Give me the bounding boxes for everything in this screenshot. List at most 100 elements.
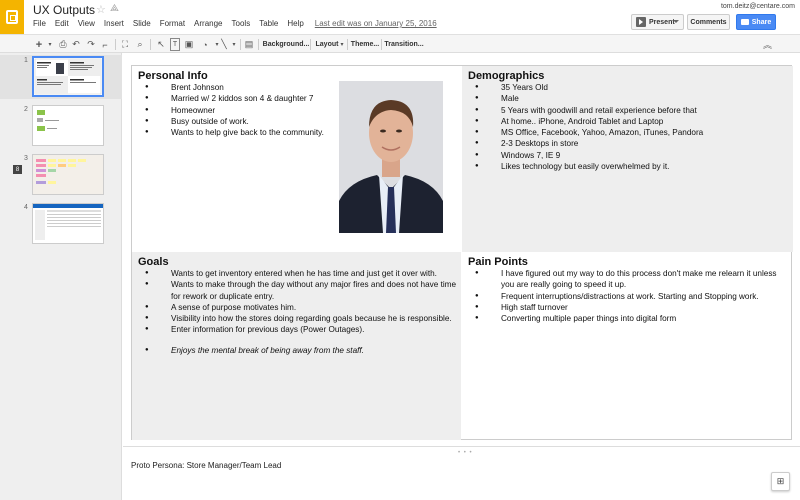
list-item: I have figured out my way to do this pro… <box>462 268 787 291</box>
list-item: Converting multiple paper things into di… <box>462 313 787 325</box>
play-icon <box>636 17 646 27</box>
line-icon[interactable]: ╲ <box>219 38 229 51</box>
goals-section[interactable]: Goals Wants to get inventory entered whe… <box>132 252 461 440</box>
demographics-heading: Demographics <box>468 70 545 82</box>
paint-format-icon[interactable]: ⌐ <box>100 38 110 51</box>
slide-thumbnail-4[interactable]: 4 <box>0 202 122 246</box>
notes-resize-handle[interactable]: • • • <box>123 446 800 460</box>
shape-icon[interactable]: ◔ <box>198 38 212 51</box>
layout-menu-icon[interactable]: ▾ <box>338 38 346 51</box>
list-item: At home.. iPhone, Android Tablet and Lap… <box>462 116 793 128</box>
new-slide-button[interactable]: + <box>32 38 46 51</box>
present-button[interactable]: Present <box>631 14 684 30</box>
redo-icon[interactable]: ↷ <box>86 38 96 51</box>
pain-points-heading: Pain Points <box>468 256 528 268</box>
toolbar-divider <box>150 39 151 50</box>
share-button[interactable]: Share <box>736 14 776 30</box>
list-item: Wants to get inventory entered when he h… <box>132 268 457 280</box>
toolbar-divider <box>258 39 259 50</box>
speaker-notes[interactable]: Proto Persona: Store Manager/Team Lead ⊞ <box>123 460 800 500</box>
collapse-toolbar-icon[interactable]: ︽ <box>763 38 772 51</box>
slide-number: 2 <box>24 106 28 113</box>
toolbar-divider <box>310 39 311 50</box>
menu-help[interactable]: Help <box>287 19 303 28</box>
toolbar-divider <box>115 39 116 50</box>
document-title[interactable]: UX Outputs <box>33 3 95 17</box>
new-slide-menu-icon[interactable]: ▾ <box>46 38 54 51</box>
background-button[interactable]: Background... <box>263 38 310 51</box>
slide-preview <box>32 154 104 195</box>
personal-info-section[interactable]: Personal Info Brent Johnson Married w/ 2… <box>132 66 461 252</box>
list-item: Married w/ 2 kiddos son 4 & daughter 7 <box>132 93 342 105</box>
zoom-fit-icon[interactable]: ⛶ <box>120 38 130 51</box>
persona-photo[interactable] <box>339 81 443 233</box>
drive-icon[interactable]: ⟁ <box>110 3 119 14</box>
list-item: 5 Years with goodwill and retail experie… <box>462 105 793 117</box>
menu-insert[interactable]: Insert <box>104 19 124 28</box>
chevron-down-icon[interactable] <box>673 20 679 23</box>
menu-table[interactable]: Table <box>259 19 278 28</box>
slide-number: 4 <box>24 204 28 211</box>
slide-thumbnail-2[interactable]: 2 <box>0 104 122 148</box>
theme-button[interactable]: Theme... <box>351 38 379 51</box>
pain-points-list: I have figured out my way to do this pro… <box>462 268 787 325</box>
list-item: High staff turnover <box>462 302 787 314</box>
present-label: Present <box>649 18 675 26</box>
personal-info-list: Brent Johnson Married w/ 2 kiddos son 4 … <box>132 82 342 139</box>
menu-arrange[interactable]: Arrange <box>194 19 222 28</box>
lock-icon <box>740 19 749 25</box>
list-item: Wants to make through the day without an… <box>132 279 457 302</box>
last-edit-link[interactable]: Last edit was on January 25, 2016 <box>315 19 437 28</box>
zoom-icon[interactable]: ⌕ <box>135 38 145 51</box>
share-label: Share <box>751 18 772 26</box>
menu-bar: File Edit View Insert Slide Format Arran… <box>33 19 446 28</box>
toolbar-divider <box>381 39 382 50</box>
image-icon[interactable]: ▣ <box>184 38 194 51</box>
goals-heading: Goals <box>138 256 169 268</box>
menu-edit[interactable]: Edit <box>55 19 69 28</box>
add-comment-icon[interactable]: ⊞ <box>771 472 790 491</box>
slide-preview <box>32 56 104 97</box>
slides-logo-icon[interactable] <box>0 0 24 34</box>
slide-preview <box>32 203 104 244</box>
goals-list: Wants to get inventory entered when he h… <box>132 268 457 356</box>
layout-button[interactable]: Layout <box>314 38 340 51</box>
menu-slide[interactable]: Slide <box>133 19 151 28</box>
print-icon[interactable]: ⎙ <box>58 38 68 51</box>
demographics-list: 35 Years Old Male 5 Years with goodwill … <box>462 82 793 173</box>
comments-button[interactable]: Comments <box>687 14 730 30</box>
menu-view[interactable]: View <box>78 19 95 28</box>
list-item: Frequent interruptions/distractions at w… <box>462 291 787 303</box>
slide-thumbnail-3[interactable]: 3 8 <box>0 153 122 197</box>
comment-icon[interactable]: ▤ <box>244 38 254 51</box>
user-email[interactable]: tom.deitz@centare.com <box>721 3 795 10</box>
menu-format[interactable]: Format <box>160 19 185 28</box>
list-item: 35 Years Old <box>462 82 793 94</box>
slide-number: 3 <box>24 155 28 162</box>
list-item: 2-3 Desktops in store <box>462 138 793 150</box>
speaker-notes-text[interactable]: Proto Persona: Store Manager/Team Lead <box>131 461 281 470</box>
line-menu-icon[interactable]: ▾ <box>230 38 238 51</box>
list-item: Windows 7, IE 9 <box>462 150 793 162</box>
menu-tools[interactable]: Tools <box>232 19 251 28</box>
list-item: A sense of purpose motivates him. <box>132 302 457 314</box>
grip-icon: • • • <box>458 450 473 456</box>
comment-count-badge[interactable]: 8 <box>13 165 22 174</box>
text-box-icon[interactable]: T <box>170 38 180 51</box>
list-item: Brent Johnson <box>132 82 342 94</box>
list-item: Wants to help give back to the community… <box>132 127 342 139</box>
select-icon[interactable]: ↖ <box>156 38 166 51</box>
transition-button[interactable]: Transition... <box>384 38 423 51</box>
slide-thumbnail-1[interactable]: 1 <box>0 55 122 99</box>
star-icon[interactable]: ☆ <box>96 3 106 16</box>
list-item: MS Office, Facebook, Yahoo, Amazon, iTun… <box>462 127 793 139</box>
slide[interactable]: Personal Info Brent Johnson Married w/ 2… <box>131 65 793 440</box>
demographics-section[interactable]: Demographics 35 Years Old Male 5 Years w… <box>462 66 793 252</box>
list-item: Visibility into how the stores doing reg… <box>132 313 457 325</box>
menu-file[interactable]: File <box>33 19 46 28</box>
toolbar-divider <box>240 39 241 50</box>
app-header: UX Outputs ☆ ⟁ File Edit View Insert Sli… <box>0 0 800 34</box>
undo-icon[interactable]: ↶ <box>71 38 81 51</box>
list-item: Homeowner <box>132 105 342 117</box>
pain-points-section[interactable]: Pain Points I have figured out my way to… <box>462 252 793 440</box>
